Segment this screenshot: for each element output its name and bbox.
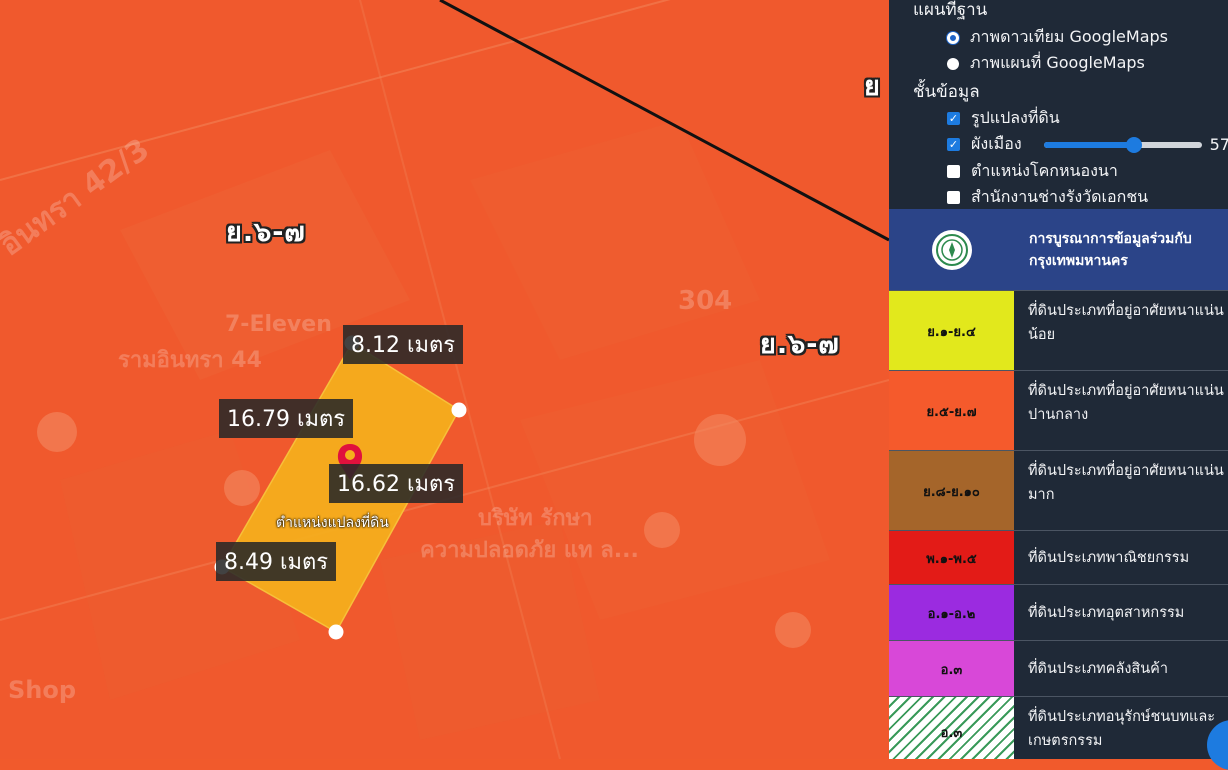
side-panel: แผนที่ฐาน ภาพดาวเทียม GoogleMaps ภาพแผนท…: [889, 0, 1228, 759]
legend-row: อ.๓ ที่ดินประเภทอนุรักษ์ชนบทและ เกษตรกรร…: [889, 696, 1228, 759]
edge-length-label: 8.49 เมตร: [216, 542, 337, 581]
legend-line: ปานกลาง: [1028, 407, 1089, 423]
basemap-option-map[interactable]: ภาพแผนที่ GoogleMaps: [947, 51, 1145, 76]
zone-code-label: ย.๖-๗: [226, 217, 306, 248]
layer-label: สำนักงานช่างรังวัดเอกชน: [971, 187, 1149, 206]
legend-line: น้อย: [1028, 327, 1056, 343]
layer-controls: แผนที่ฐาน ภาพดาวเทียม GoogleMaps ภาพแผนท…: [889, 0, 1228, 209]
legend-line: ที่ดินประเภทที่อยู่อาศัยหนาแน่น: [1028, 383, 1224, 399]
bma-seal-icon: [932, 229, 972, 270]
zone-code-label: ย.๖-๗: [760, 329, 840, 360]
legend-line: มาก: [1028, 487, 1055, 503]
parcel-vertex-handle: [451, 402, 467, 418]
legend-row: ย.๕-ย.๗ ที่ดินประเภทที่อยู่อาศัยหนาแน่น …: [889, 370, 1228, 451]
poi-label: 7-Eleven: [225, 312, 332, 337]
layers-heading: ชั้นข้อมูล: [913, 82, 980, 102]
legend-swatch: ย.๕-ย.๗: [889, 371, 1014, 451]
legend-row: ย.๑-ย.๔ ที่ดินประเภทที่อยู่อาศัยหนาแน่น …: [889, 290, 1228, 371]
radio-button-selected[interactable]: [947, 31, 959, 44]
legend-description: ที่ดินประเภทที่อยู่อาศัยหนาแน่น น้อย: [1014, 291, 1228, 371]
banner-title-line: การบูรณาการข้อมูลร่วมกับ: [1029, 230, 1192, 247]
legend-swatch: อ.๑-อ.๒: [889, 585, 1014, 641]
checkbox[interactable]: [947, 165, 960, 178]
radio-button[interactable]: [947, 57, 959, 70]
checkbox[interactable]: [947, 191, 960, 204]
legend-description: ที่ดินประเภทที่อยู่อาศัยหนาแน่น ปานกลาง: [1014, 371, 1228, 451]
legend-row: อ.๓ ที่ดินประเภทคลังสินค้า: [889, 640, 1228, 697]
poi-label: บริษัท รักษา: [478, 506, 593, 531]
slider-handle[interactable]: [1125, 136, 1142, 153]
poi-label: Shop: [8, 676, 77, 704]
legend-description: ที่ดินประเภทอนุรักษ์ชนบทและ เกษตรกรรม: [1014, 697, 1228, 759]
edge-length-label: 16.79 เมตร: [219, 399, 354, 438]
legend-description: ที่ดินประเภทพาณิชยกรรม: [1028, 550, 1190, 566]
bma-banner: การบูรณาการข้อมูลร่วมกับ กรุงเทพมหานคร: [889, 209, 1228, 290]
map-canvas[interactable]: อินทรา 42/3 7-Eleven รามอินทรา 44 304 Sh…: [0, 0, 889, 759]
poi-label: ความปลอดภัย แท ล...: [420, 538, 639, 563]
layer-toggle-city-plan[interactable]: ผังเมือง 57%: [947, 132, 1228, 157]
legend-swatch: อ.๓: [889, 697, 1014, 759]
layer-label: ตำแหน่งโคกหนองนา: [971, 161, 1118, 180]
banner-title-line: กรุงเทพมหานคร: [1029, 252, 1128, 269]
road-number-label: 304: [678, 286, 733, 316]
legend-description: ที่ดินประเภทคลังสินค้า: [1028, 661, 1169, 677]
legend-line: ที่ดินประเภทอนุรักษ์ชนบทและ: [1028, 709, 1216, 725]
edge-length-label: 16.62 เมตร: [329, 464, 464, 503]
legend-line: ที่ดินประเภทที่อยู่อาศัยหนาแน่น: [1028, 463, 1224, 479]
layer-toggle-parcels[interactable]: รูปแปลงที่ดิน: [947, 106, 1060, 131]
legend-description: ที่ดินประเภทอุตสาหกรรม: [1028, 605, 1185, 621]
legend-swatch: ย.๑-ย.๔: [889, 291, 1014, 371]
edge-length-label: 8.12 เมตร: [343, 325, 464, 364]
opacity-value: 57%: [1209, 135, 1228, 154]
opacity-slider[interactable]: [1043, 136, 1202, 153]
legend-swatch: พ.๑-พ.๕: [889, 531, 1014, 585]
layer-label: ผังเมือง: [971, 134, 1022, 153]
legend-swatch: อ.๓: [889, 641, 1014, 697]
banner-title: การบูรณาการข้อมูลร่วมกับ กรุงเทพมหานคร: [1029, 228, 1192, 272]
basemap-option-label: ภาพดาวเทียม GoogleMaps: [970, 27, 1168, 46]
poi-label: รามอินทรา 44: [118, 348, 262, 373]
basemap-option-satellite[interactable]: ภาพดาวเทียม GoogleMaps: [947, 25, 1168, 50]
checkbox-checked[interactable]: [947, 138, 960, 151]
parcel-vertex-handle: [328, 624, 344, 640]
checkbox-checked[interactable]: [947, 112, 960, 125]
legend-row: ย.๘-ย.๑๐ ที่ดินประเภทที่อยู่อาศัยหนาแน่น…: [889, 450, 1228, 531]
satellite-background: [0, 0, 889, 759]
basemap-option-label: ภาพแผนที่ GoogleMaps: [970, 53, 1145, 72]
legend-row: พ.๑-พ.๕ ที่ดินประเภทพาณิชยกรรม: [889, 530, 1228, 585]
legend-line: ที่ดินประเภทที่อยู่อาศัยหนาแน่น: [1028, 303, 1224, 319]
zone-code-label: ย: [864, 71, 881, 102]
layer-toggle-survey-offices[interactable]: สำนักงานช่างรังวัดเอกชน: [947, 185, 1148, 210]
legend-line: เกษตรกรรม: [1028, 733, 1103, 749]
legend-description: ที่ดินประเภทที่อยู่อาศัยหนาแน่น มาก: [1014, 451, 1228, 531]
layer-label: รูปแปลงที่ดิน: [971, 108, 1060, 127]
layer-toggle-khok-nong-na[interactable]: ตำแหน่งโคกหนองนา: [947, 159, 1118, 184]
parcel-location-caption: ตำแหน่งแปลงที่ดิน: [276, 515, 389, 531]
legend-row: อ.๑-อ.๒ ที่ดินประเภทอุตสาหกรรม: [889, 584, 1228, 641]
basemap-heading: แผนที่ฐาน: [913, 0, 988, 20]
legend-swatch: ย.๘-ย.๑๐: [889, 451, 1014, 531]
